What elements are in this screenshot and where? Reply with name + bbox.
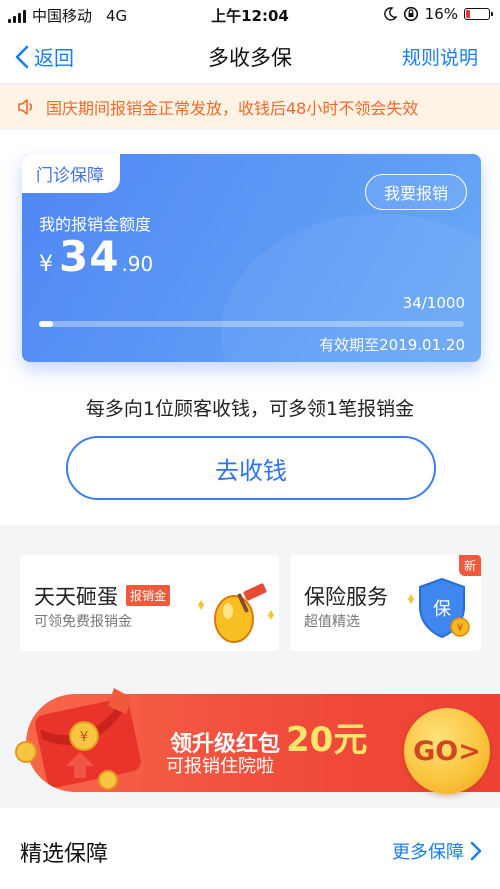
svg-text:¥: ¥ [80,730,88,745]
progress-count: 34/1000 [402,294,465,312]
tile-subtitle: 超值精选 [304,614,360,630]
rotation-lock-icon [403,6,418,22]
banner-amount: 20元 [286,720,368,760]
tip-text: 每多向1位顾客收钱，可多领1笔报销金 [85,398,415,420]
currency-symbol: ¥ [39,252,53,277]
nav-bar: 返回 多收多保 规则说明 [0,28,500,84]
red-packet-banner[interactable]: ¥ 领升级红包 20元 可报销住院啦 GO> [0,668,500,794]
tile-title: 天天砸蛋 [34,585,118,609]
claim-button[interactable]: 我要报销 [365,174,467,210]
card-tag: 门诊保障 [22,154,120,193]
amount-value: ¥ 34 .90 [39,232,153,281]
tile-badge: 报销金 [126,585,171,606]
amount-integer: 34 [59,232,120,281]
expiry-date: 有效期至2019.01.20 [319,336,465,354]
reimbursement-section: 门诊保障 我要报销 我的报销金额度 ¥ 34 .90 34/1000 有效期至2… [0,130,500,525]
status-bar: 中国移动 4G 上午12:04 16% [0,0,500,28]
tile-subtitle: 可领免费报销金 [34,614,132,630]
insurance-service-tile[interactable]: 保险服务 超值精选 新 保 ¥ [290,555,481,651]
collect-money-button[interactable]: 去收钱 [66,436,436,500]
amount-decimal: .90 [121,252,154,276]
golden-egg-icon [198,583,274,643]
progress-fill [39,321,54,327]
speaker-icon [18,99,33,115]
tile-title: 保险服务 [304,585,388,609]
reimbursement-card: 门诊保障 我要报销 我的报销金额度 ¥ 34 .90 34/1000 有效期至2… [22,154,481,362]
battery-percent: 16% [424,5,458,23]
svg-text:¥: ¥ [457,623,463,634]
red-envelope-icon: ¥ [15,688,141,790]
rules-link[interactable]: 规则说明 [402,43,478,70]
notice-text: 国庆期间报销金正常发放，收钱后48小时不领会失效 [46,99,419,118]
battery-icon [464,8,493,20]
banner-subtitle: 可报销住院啦 [166,756,274,777]
more-label: 更多保障 [392,842,464,863]
more-insurance-link[interactable]: 更多保障 [392,838,482,864]
go-button[interactable]: GO> [404,708,490,794]
section-title: 精选保障 [20,842,109,867]
chevron-right-icon [470,841,482,861]
shield-char: 保 [433,599,451,620]
shield-icon: 保 ¥ [408,577,470,639]
moon-icon [383,7,397,21]
notice-banner[interactable]: 国庆期间报销金正常发放，收钱后48小时不领会失效 [0,86,500,128]
progress-bar [39,321,464,327]
egg-game-tile[interactable]: 天天砸蛋 报销金 可领免费报销金 [20,555,279,651]
